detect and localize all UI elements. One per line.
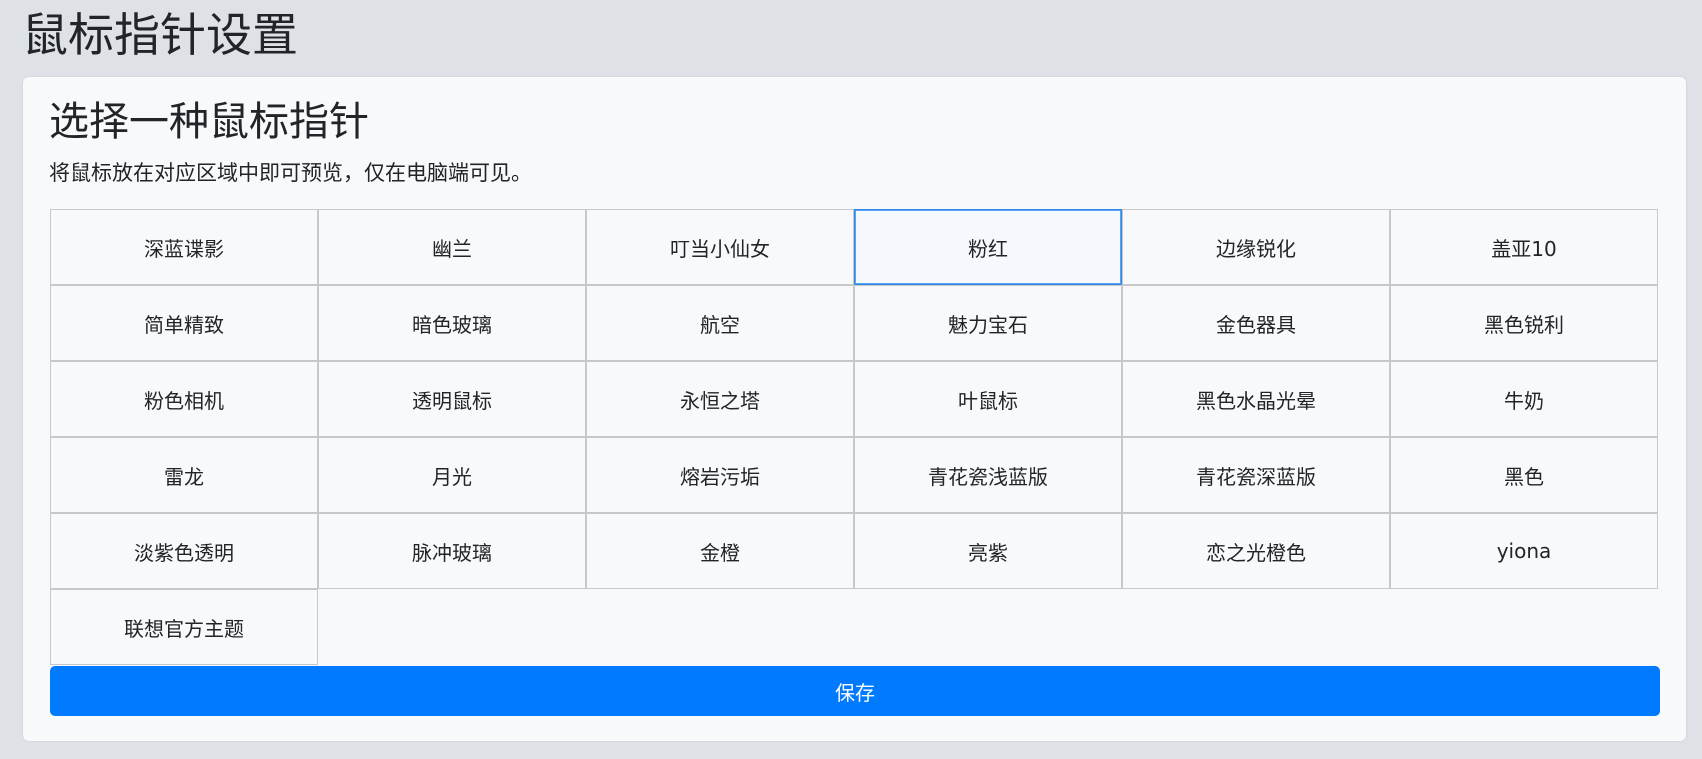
card-description: 将鼠标放在对应区域中即可预览，仅在电脑端可见。 bbox=[49, 161, 532, 185]
cursor-option[interactable]: 亮紫 bbox=[854, 513, 1122, 589]
cursor-option[interactable]: 黑色锐利 bbox=[1390, 285, 1658, 361]
cursor-option[interactable]: 黑色 bbox=[1390, 437, 1658, 513]
cursor-option[interactable]: 青花瓷浅蓝版 bbox=[854, 437, 1122, 513]
cursor-option[interactable]: 盖亚10 bbox=[1390, 209, 1658, 285]
cursor-option[interactable]: 幽兰 bbox=[318, 209, 586, 285]
cursor-option[interactable]: yiona bbox=[1390, 513, 1658, 589]
cursor-option[interactable]: 淡紫色透明 bbox=[50, 513, 318, 589]
save-button[interactable]: 保存 bbox=[50, 666, 1660, 716]
cursor-option[interactable]: 牛奶 bbox=[1390, 361, 1658, 437]
cursor-option[interactable]: 简单精致 bbox=[50, 285, 318, 361]
cursor-option[interactable]: 雷龙 bbox=[50, 437, 318, 513]
cursor-option[interactable]: 黑色水晶光晕 bbox=[1122, 361, 1390, 437]
cursor-option[interactable]: 叶鼠标 bbox=[854, 361, 1122, 437]
cursor-option[interactable]: 边缘锐化 bbox=[1122, 209, 1390, 285]
cursor-option[interactable]: 金色器具 bbox=[1122, 285, 1390, 361]
cursor-option[interactable]: 粉色相机 bbox=[50, 361, 318, 437]
cursor-option[interactable]: 青花瓷深蓝版 bbox=[1122, 437, 1390, 513]
cursor-option[interactable]: 永恒之塔 bbox=[586, 361, 854, 437]
cursor-option[interactable]: 脉冲玻璃 bbox=[318, 513, 586, 589]
cursor-option[interactable]: 恋之光橙色 bbox=[1122, 513, 1390, 589]
cursor-option[interactable]: 暗色玻璃 bbox=[318, 285, 586, 361]
cursor-option[interactable]: 航空 bbox=[586, 285, 854, 361]
cursor-option[interactable]: 联想官方主题 bbox=[50, 589, 318, 665]
cursor-option[interactable]: 月光 bbox=[318, 437, 586, 513]
cursor-option[interactable]: 透明鼠标 bbox=[318, 361, 586, 437]
cursor-settings-card: 选择一种鼠标指针 将鼠标放在对应区域中即可预览，仅在电脑端可见。 深蓝谍影 幽兰… bbox=[23, 77, 1686, 741]
cursor-options-grid: 深蓝谍影 幽兰 叮当小仙女 粉红 边缘锐化 盖亚10 简单精致 暗色玻璃 航空 … bbox=[50, 209, 1660, 741]
cursor-option[interactable]: 金橙 bbox=[586, 513, 854, 589]
cursor-option[interactable]: 叮当小仙女 bbox=[586, 209, 854, 285]
cursor-option[interactable]: 熔岩污垢 bbox=[586, 437, 854, 513]
cursor-option[interactable]: 魅力宝石 bbox=[854, 285, 1122, 361]
cursor-option-selected[interactable]: 粉红 bbox=[854, 209, 1122, 285]
cursor-option[interactable]: 深蓝谍影 bbox=[50, 209, 318, 285]
card-title: 选择一种鼠标指针 bbox=[49, 99, 369, 145]
page-title: 鼠标指针设置 bbox=[22, 8, 298, 62]
